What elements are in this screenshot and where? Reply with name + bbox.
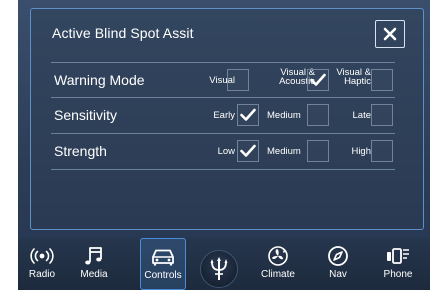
warning-mode-label: Warning Mode	[54, 72, 145, 88]
nav-phone[interactable]: Phone	[376, 238, 420, 290]
fan-icon	[268, 246, 288, 266]
sensitivity-late-checkbox[interactable]	[371, 104, 393, 126]
radio-icon	[30, 248, 54, 264]
panel-title: Active Blind Spot Assit	[52, 25, 194, 41]
nav-radio-label: Radio	[28, 269, 56, 280]
checkmark-icon	[310, 73, 326, 86]
strength-medium-checkbox[interactable]	[307, 140, 329, 162]
nav-nav[interactable]: Nav	[318, 238, 358, 290]
nav-controls[interactable]: Controls	[140, 238, 186, 290]
strength-row: Strength Low Medium High	[51, 134, 395, 170]
trident-logo-icon	[210, 257, 228, 280]
checkmark-icon	[240, 144, 256, 157]
nav-media-label: Media	[80, 269, 108, 280]
strength-low-checkbox[interactable]	[237, 140, 259, 162]
low-option-label: Low	[217, 146, 235, 157]
warning-mode-row: Warning Mode Visual Visual & Acoustic Vi…	[51, 62, 395, 98]
nav-controls-label: Controls	[144, 270, 182, 281]
close-button[interactable]	[375, 20, 405, 48]
home-logo-button[interactable]	[200, 250, 238, 288]
strength-high-checkbox[interactable]	[371, 140, 393, 162]
warning-visual-haptic-checkbox[interactable]	[371, 69, 393, 91]
early-option-label: Early	[213, 110, 235, 121]
sensitivity-label: Sensitivity	[54, 107, 118, 123]
sensitivity-medium-checkbox[interactable]	[307, 104, 329, 126]
settings-panel: Active Blind Spot Assit Warning Mode Vis…	[30, 8, 424, 230]
medium-option-label: Medium	[267, 146, 301, 157]
late-option-label: Late	[352, 110, 372, 121]
nav-radio[interactable]: Radio	[22, 238, 62, 290]
strength-label: Strength	[54, 143, 107, 159]
medium-option-label: Medium	[267, 110, 301, 121]
screen: Active Blind Spot Assit Warning Mode Vis…	[18, 0, 430, 290]
close-icon	[383, 27, 397, 41]
music-note-icon	[85, 247, 102, 265]
nav-phone-label: Phone	[383, 269, 413, 280]
nav-climate-label: Climate	[261, 269, 295, 280]
car-icon	[152, 249, 174, 266]
warning-visual-checkbox[interactable]	[227, 69, 249, 91]
sensitivity-early-checkbox[interactable]	[237, 104, 259, 126]
nav-climate[interactable]: Climate	[258, 238, 298, 290]
warning-visual-acoustic-checkbox[interactable]	[307, 69, 329, 91]
sensitivity-row: Sensitivity Early Medium Late	[51, 98, 395, 134]
compass-icon	[328, 246, 348, 266]
high-option-label: High	[351, 146, 371, 157]
checkmark-icon	[240, 108, 256, 121]
phone-icon	[387, 248, 409, 264]
visual-haptic-option-label: Visual & Haptic	[336, 67, 371, 87]
nav-media[interactable]: Media	[74, 238, 114, 290]
nav-nav-label: Nav	[329, 269, 347, 280]
